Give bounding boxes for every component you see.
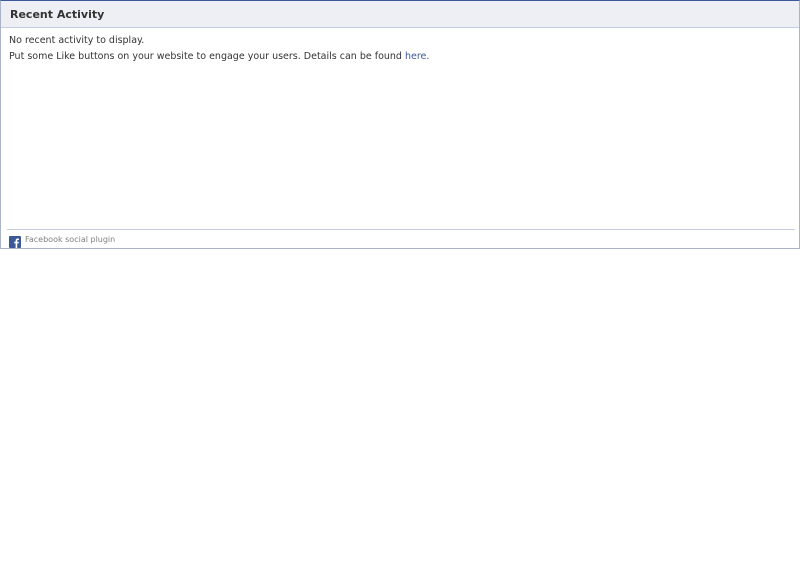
social-plugin-label[interactable]: Facebook social plugin bbox=[25, 235, 115, 244]
recent-activity-widget: Recent Activity No recent activity to di… bbox=[0, 0, 800, 249]
info-message-text: Put some Like buttons on your website to… bbox=[9, 51, 405, 62]
widget-body: No recent activity to display. Put some … bbox=[1, 28, 799, 228]
widget-header: Recent Activity bbox=[1, 1, 799, 28]
empty-message: No recent activity to display. bbox=[9, 35, 145, 46]
widget-footer: Facebook social plugin bbox=[7, 229, 795, 248]
info-message-suffix: . bbox=[426, 51, 430, 62]
widget-title: Recent Activity bbox=[10, 7, 105, 21]
facebook-icon[interactable] bbox=[9, 233, 21, 248]
details-link[interactable]: here bbox=[405, 51, 426, 62]
info-message: Put some Like buttons on your website to… bbox=[9, 49, 791, 65]
